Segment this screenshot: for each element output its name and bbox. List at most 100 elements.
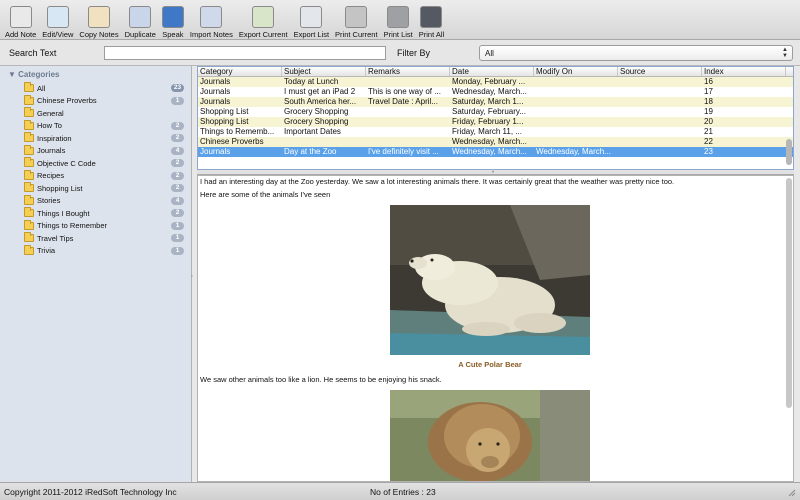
resize-grip-icon[interactable] — [788, 489, 796, 497]
category-item[interactable]: Shopping List 2 — [0, 182, 192, 195]
duplicate-icon — [129, 6, 152, 28]
category-item[interactable]: Objective C Code 2 — [0, 157, 192, 170]
table-row[interactable]: Journals Day at the Zoo I've definitely vi… — [198, 147, 793, 157]
note-content[interactable]: I had an interesting day at the Zoo yest… — [197, 175, 794, 482]
category-count-badge: 2 — [171, 209, 184, 217]
print-list-button[interactable]: Print List — [381, 0, 416, 40]
category-item[interactable]: Travel Tips 1 — [0, 232, 192, 245]
table-scrollbar-thumb[interactable] — [786, 139, 792, 165]
notes-table: Category Subject Remarks Date Modify On Sourc… — [197, 66, 794, 170]
category-item[interactable]: Things to Remember 1 — [0, 219, 192, 233]
category-count-badge: 1 — [171, 246, 184, 255]
note-paragraph: I had an interesting day at the Zoo yest… — [200, 177, 675, 186]
table-row[interactable]: Things to Rememb... Important Dates Friday… — [198, 127, 793, 137]
table-cell: Grocery Shopping — [284, 117, 349, 126]
table-cell — [618, 137, 702, 147]
export-current-icon — [252, 6, 275, 28]
table-cell — [534, 137, 618, 147]
category-item[interactable]: General — [0, 107, 192, 120]
printer-button[interactable]: Print Current — [332, 0, 381, 40]
category-label: Stories — [37, 196, 61, 206]
column-header[interactable]: Category — [198, 67, 282, 76]
category-label: Things to Remember — [37, 221, 108, 231]
category-count-badge: 4 — [171, 196, 184, 205]
add-note-icon — [9, 6, 32, 28]
table-row[interactable]: Shopping List Grocery Shopping Saturday, F… — [198, 107, 793, 117]
copy-notes-icon — [88, 6, 111, 28]
splitter-handle-icon[interactable]: ‸ — [191, 270, 193, 277]
speak-button[interactable]: Speak — [159, 0, 187, 40]
category-item[interactable]: Recipes 2 — [0, 169, 192, 183]
category-label: Travel Tips — [37, 233, 74, 243]
table-cell — [618, 97, 702, 107]
print-all-button[interactable]: Print All — [416, 0, 447, 40]
folder-icon — [24, 169, 34, 180]
table-cell: Today at Lunch — [284, 77, 339, 86]
category-list: All 23 Chinese Proverbs 1 General How To 2 Insp… — [0, 82, 192, 257]
table-cell — [618, 147, 702, 157]
folder-icon — [24, 194, 34, 205]
column-header[interactable]: Modify On — [534, 67, 618, 76]
toolbar-button-label: Copy Notes — [79, 30, 119, 39]
filter-select[interactable]: All ▲ ▼ — [479, 45, 793, 61]
category-item[interactable]: Trivia 1 — [0, 244, 192, 258]
search-input[interactable] — [104, 46, 386, 60]
column-header[interactable]: Date — [450, 67, 534, 76]
import-notes-button[interactable]: Import Notes — [187, 0, 236, 40]
category-item[interactable]: Chinese Proverbs 1 — [0, 94, 192, 108]
table-row[interactable]: Journals I must get an iPad 2 This is one … — [198, 87, 793, 97]
edit-view-button[interactable]: Edit/View — [39, 0, 76, 40]
table-scrollbar[interactable] — [785, 79, 792, 167]
table-cell: Chinese Proverbs — [200, 137, 264, 146]
category-item[interactable]: Journals 4 — [0, 144, 192, 158]
table-cell — [534, 87, 618, 97]
toolbar-button-label: Export Current — [238, 30, 288, 39]
disclosure-triangle-icon[interactable]: ▼ — [8, 70, 16, 79]
table-row[interactable]: Chinese Proverbs Wednesday, March... 22 — [198, 137, 793, 147]
content-scrollbar-thumb[interactable] — [786, 178, 792, 408]
table-cell: Saturday, March 1... — [452, 97, 524, 106]
search-label: Search Text — [9, 48, 57, 58]
folder-icon — [24, 82, 34, 93]
toolbar: Add Note Edit/View Copy Notes Duplicate Spea… — [0, 0, 800, 40]
table-cell: I must get an iPad 2 — [284, 87, 356, 96]
export-current-button[interactable]: Export Current — [236, 0, 291, 40]
table-cell: Wednesday, March... — [452, 137, 527, 146]
column-header[interactable]: Index — [702, 67, 786, 76]
content-scrollbar[interactable] — [785, 176, 792, 481]
category-item[interactable]: Stories 4 — [0, 194, 192, 208]
table-row[interactable]: Journals Today at Lunch Monday, February .… — [198, 77, 793, 87]
status-bar: Copyright 2011-2012 iRedSoft Technology … — [0, 482, 800, 500]
category-item[interactable]: Things I Bought 2 — [0, 207, 192, 220]
category-label: Recipes — [37, 171, 65, 181]
table-cell: 20 — [704, 117, 713, 126]
add-note-button[interactable]: Add Note — [2, 0, 39, 40]
table-cell — [366, 137, 450, 147]
category-count-badge: 2 — [171, 159, 184, 167]
category-item[interactable]: Inspiration 2 — [0, 132, 192, 145]
column-header[interactable]: Source — [618, 67, 702, 76]
export-list-icon — [300, 6, 323, 28]
table-cell: Monday, February ... — [452, 77, 526, 86]
column-header[interactable]: Remarks — [366, 67, 450, 76]
printer-icon — [345, 6, 368, 28]
toolbar-button-label: Print Current — [335, 30, 378, 39]
table-cell: Journals — [200, 77, 231, 86]
table-cell: I've definitely visit ... — [368, 147, 439, 156]
table-row[interactable]: Journals South America her... Travel Date … — [198, 97, 793, 107]
edit-view-icon — [46, 6, 69, 28]
categories-header[interactable]: ▼ Categories — [8, 70, 60, 79]
category-item[interactable]: All 23 — [0, 82, 192, 95]
duplicate-button[interactable]: Duplicate — [122, 0, 159, 40]
table-row[interactable]: Shopping List Grocery Shopping Friday, Feb… — [198, 117, 793, 127]
speak-icon — [161, 6, 184, 28]
column-header[interactable]: Subject — [282, 67, 366, 76]
photo-caption: A Cute Polar Bear — [458, 360, 522, 369]
export-list-button[interactable]: Export List — [291, 0, 332, 40]
copy-notes-button[interactable]: Copy Notes — [76, 0, 121, 40]
category-label: All — [37, 83, 46, 93]
category-item[interactable]: How To 2 — [0, 119, 192, 133]
toolbar-button-label: Print All — [418, 30, 445, 39]
category-count-badge: 2 — [171, 121, 184, 130]
table-cell: Friday, March 11, ... — [452, 127, 522, 136]
